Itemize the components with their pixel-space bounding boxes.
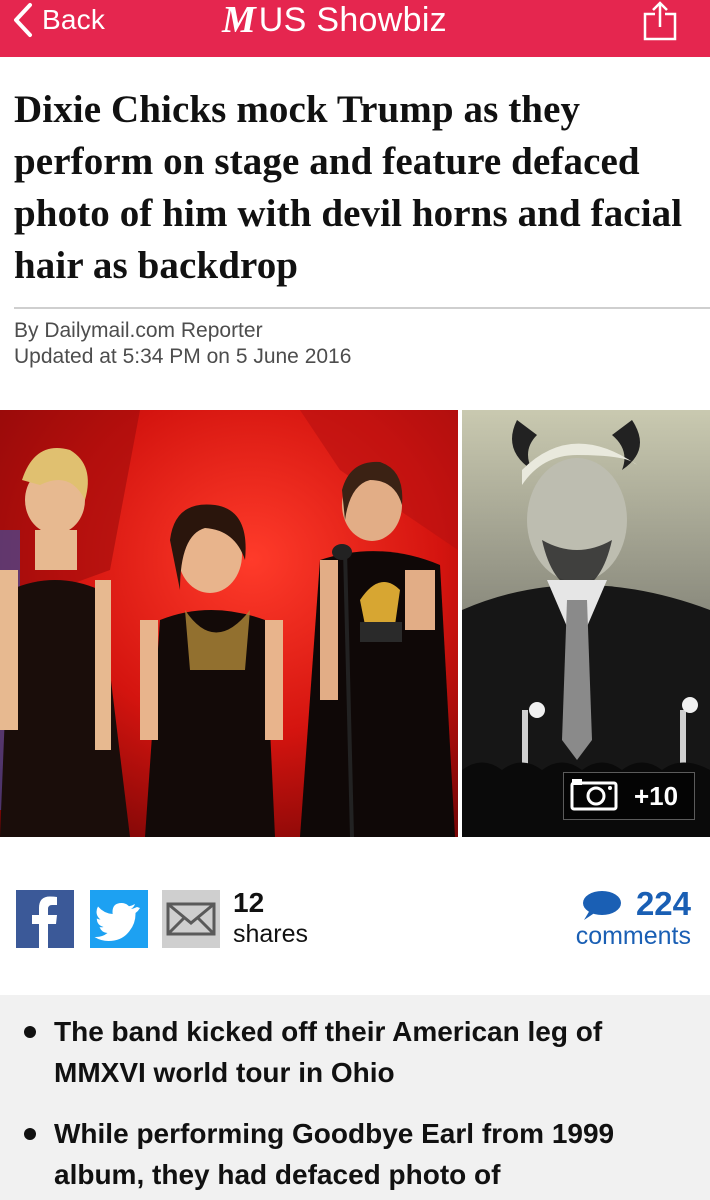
back-label: Back bbox=[42, 4, 106, 35]
shares-count: 12 bbox=[233, 887, 265, 918]
article-summary: The band kicked off their American leg o… bbox=[0, 995, 710, 1200]
photo-trio-on-stage bbox=[0, 410, 458, 837]
share-button[interactable] bbox=[640, 0, 680, 42]
comments-label: comments bbox=[575, 922, 691, 950]
top-nav-bar: Back M US Showbiz bbox=[0, 0, 710, 57]
camera-icon bbox=[570, 777, 618, 816]
brand-logo: M bbox=[222, 0, 256, 41]
summary-bullet: The band kicked off their American leg o… bbox=[0, 1011, 710, 1093]
main-photo[interactable] bbox=[0, 410, 458, 837]
twitter-share-button[interactable] bbox=[90, 890, 148, 948]
facebook-icon bbox=[16, 896, 74, 952]
shares-label: shares bbox=[233, 920, 309, 948]
twitter-icon bbox=[90, 903, 148, 952]
byline-author: By Dailymail.com Reporter bbox=[14, 319, 263, 342]
chevron-left-icon bbox=[12, 2, 34, 38]
byline-updated: Updated at 5:34 PM on 5 June 2016 bbox=[14, 345, 352, 368]
email-share-button[interactable] bbox=[162, 890, 220, 948]
gallery-more-count: +10 bbox=[634, 780, 679, 811]
summary-list: The band kicked off their American leg o… bbox=[0, 995, 710, 1195]
share-icon bbox=[640, 1, 680, 46]
email-icon bbox=[162, 902, 220, 952]
section-title: US Showbiz bbox=[258, 0, 447, 39]
comments-count: 224 bbox=[635, 885, 691, 922]
section-brand: M US Showbiz bbox=[222, 0, 447, 40]
gallery-button[interactable]: +10 bbox=[563, 772, 695, 820]
back-button[interactable]: Back bbox=[12, 0, 105, 40]
article-byline-block: By Dailymail.com Reporter Updated at 5:3… bbox=[14, 318, 351, 370]
article-headline: Dixie Chicks mock Trump as they perform … bbox=[14, 88, 683, 287]
comments-button[interactable]: 224 comments bbox=[540, 884, 695, 954]
facebook-share-button[interactable] bbox=[16, 890, 74, 948]
summary-bullet: While performing Goodbye Earl from 1999 … bbox=[0, 1113, 710, 1195]
headline-divider bbox=[14, 307, 710, 309]
